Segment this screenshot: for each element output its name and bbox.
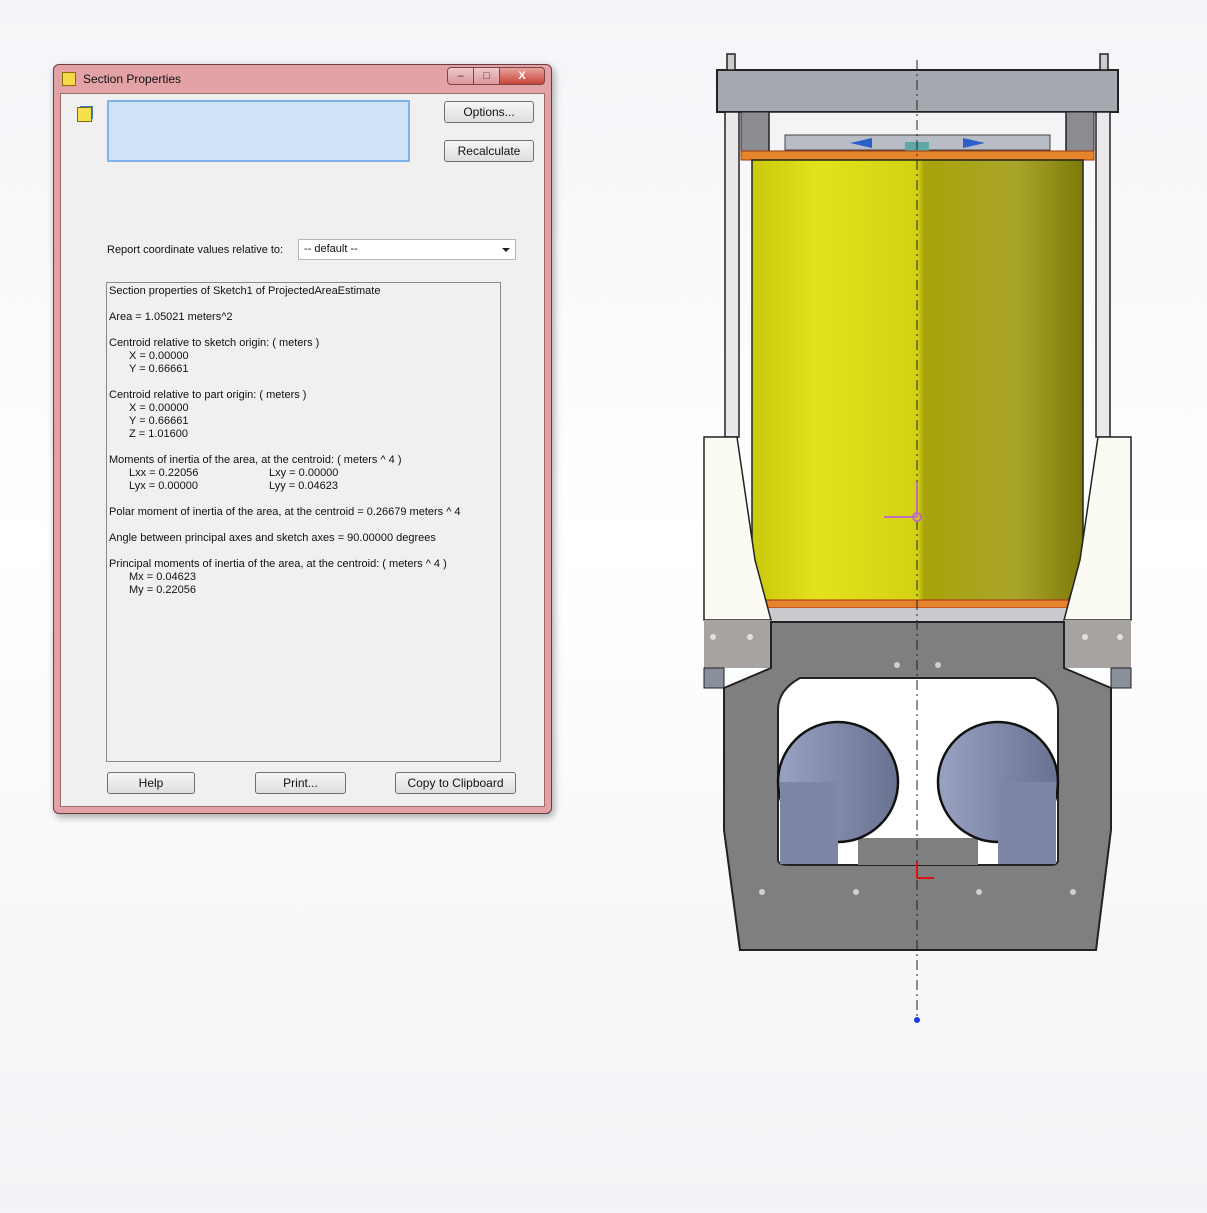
chevron-down-icon[interactable] [502,248,510,252]
coordinate-system-value: -- default -- [304,243,358,255]
section-properties-dialog[interactable]: Section Properties – □ X Options... Reca… [53,64,552,814]
principal-my: My = 0.22056 [129,584,196,596]
left-rail [724,111,740,438]
right-roller-fill [998,782,1056,864]
recalculate-button[interactable]: Recalculate [444,140,534,162]
centroid-part-y: Y = 0.66661 [129,415,189,427]
moments-label: Moments of inertia of the area, at the c… [109,454,402,466]
moments-row-2: Lyx = 0.00000 Lyy = 0.04623 [109,480,498,493]
close-button[interactable]: X [500,67,545,85]
axis-endpoint [914,1017,920,1023]
principal-moments-label: Principal moments of inertia of the area… [109,558,447,570]
bolt-hole [935,662,941,668]
coordinate-system-select[interactable]: -- default -- [298,239,516,260]
centroid-sketch-label: Centroid relative to sketch origin: ( me… [109,337,320,349]
bolt-hole [747,634,753,640]
bolt-hole [976,889,982,895]
left-bracket [740,111,770,153]
right-shoulder [1064,620,1131,668]
polar-moment: Polar moment of inertia of the area, at … [109,506,461,518]
dialog-titlebar[interactable]: Section Properties – □ X [54,65,551,93]
centroid-part-x: X = 0.00000 [129,402,189,414]
right-rail [1095,111,1111,438]
dialog-client-area: Options... Recalculate Report coordinate… [60,93,545,807]
left-shoulder [704,620,771,668]
minimize-button[interactable]: – [447,67,474,85]
report-text-area[interactable]: Section properties of Sketch1 of Project… [106,282,501,762]
right-foot [1110,667,1132,689]
moment-lxx: Lxx = 0.22056 [129,467,199,479]
bolt-hole [1117,634,1123,640]
moment-lxy: Lxy = 0.00000 [269,467,339,479]
bolt-hole [894,662,900,668]
copy-to-clipboard-button[interactable]: Copy to Clipboard [395,772,516,794]
print-button[interactable]: Print... [255,772,346,794]
centroid-part-z: Z = 1.01600 [129,428,189,440]
maximize-button[interactable]: □ [474,67,500,85]
report-relative-label: Report coordinate values relative to: [107,244,284,256]
centroid-sketch-x: X = 0.00000 [129,350,189,362]
report-heading: Section properties of Sketch1 of Project… [109,285,381,297]
top-right-post [1099,53,1109,71]
left-roller-fill [780,782,838,864]
bolt-hole [1082,634,1088,640]
moment-lyx: Lyx = 0.00000 [129,480,199,492]
help-button[interactable]: Help [107,772,195,794]
centroid-part-label: Centroid relative to part origin: ( mete… [109,389,307,401]
dialog-title: Section Properties [83,72,182,86]
centroid-sketch-y: Y = 0.66661 [129,363,189,375]
bolt-hole [710,634,716,640]
report-area: Area = 1.05021 meters^2 [109,311,233,323]
right-bracket [1065,111,1095,153]
options-button[interactable]: Options... [444,101,534,123]
left-foot [703,667,725,689]
top-left-post [726,53,736,71]
caption-buttons: – □ X [447,67,545,85]
center-web [858,838,978,865]
bolt-hole [759,889,765,895]
moments-row-1: Lxx = 0.22056 Lxy = 0.00000 [109,467,498,480]
section-properties-icon [62,72,76,86]
part-icon [77,107,92,122]
bolt-hole [853,889,859,895]
principal-mx: Mx = 0.04623 [129,571,196,583]
bolt-hole [1070,889,1076,895]
selection-list-box[interactable] [107,100,410,162]
principal-axes-angle: Angle between principal axes and sketch … [109,532,436,544]
moment-lyy: Lyy = 0.04623 [269,480,339,492]
